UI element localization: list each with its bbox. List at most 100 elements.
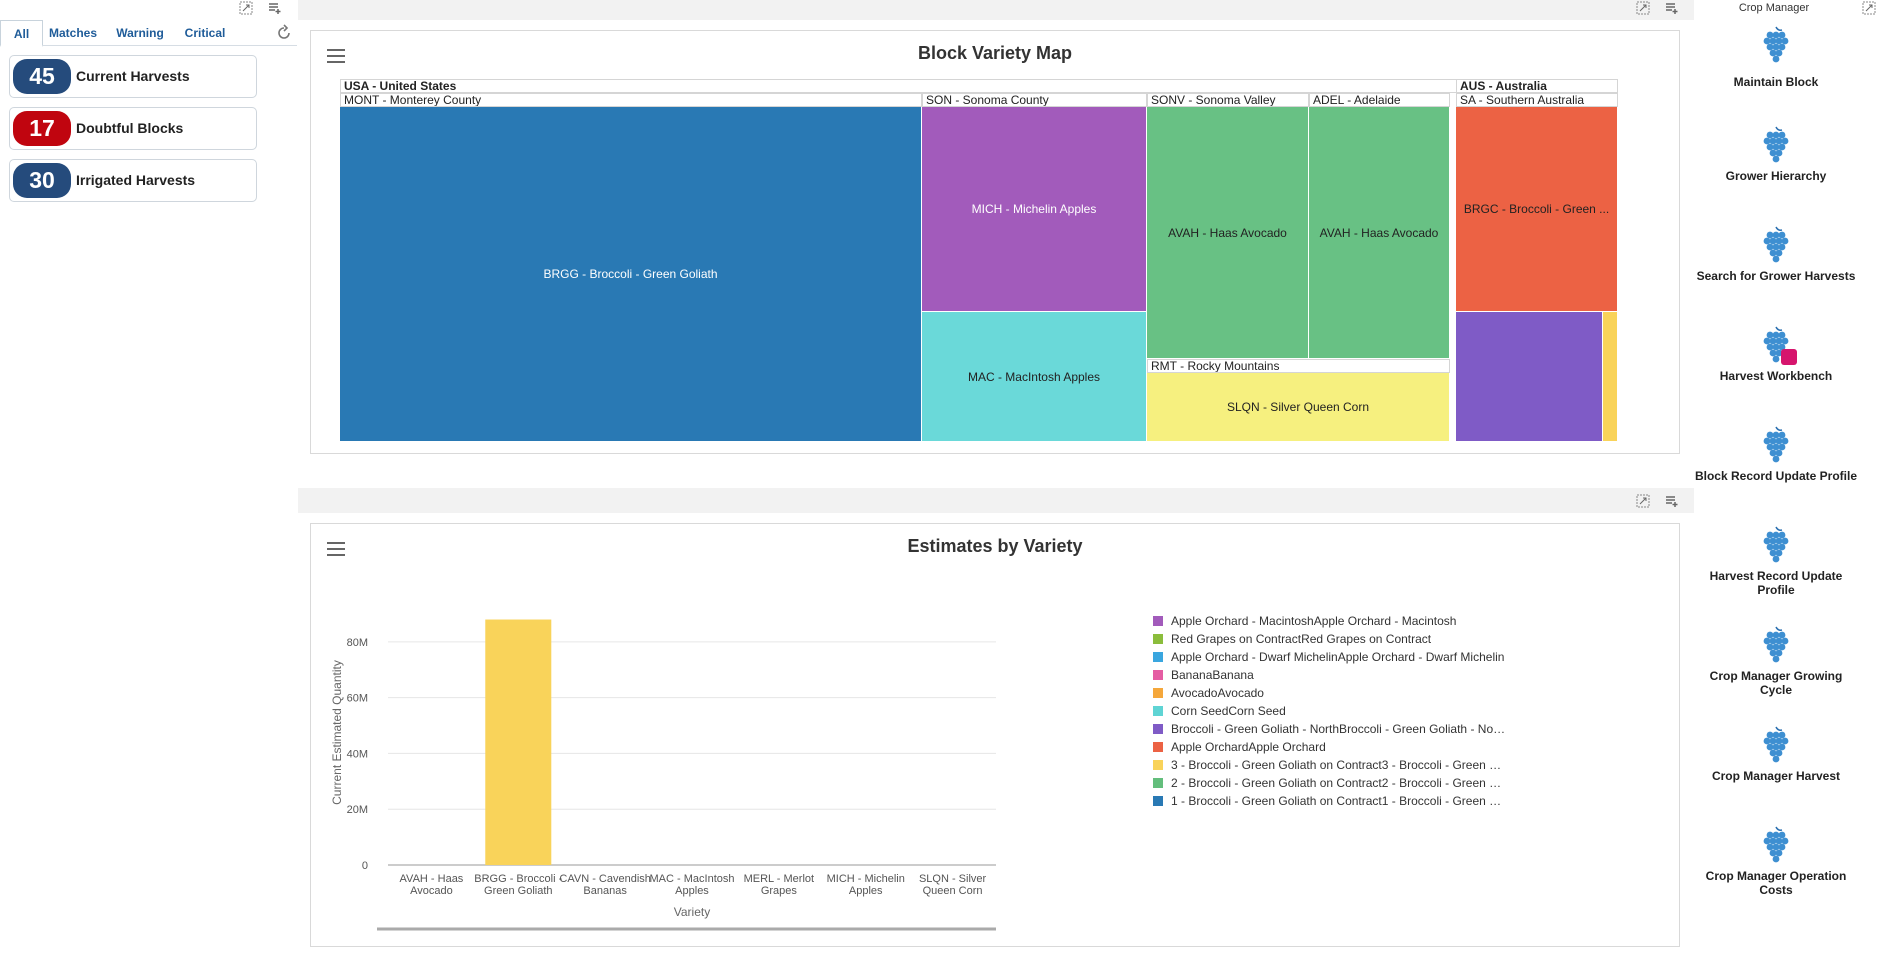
treemap-cell-slqn[interactable]: SLQN - Silver Queen Corn <box>1147 373 1450 442</box>
x-tick-label: MERL - Merlot <box>744 873 815 885</box>
tab-critical[interactable]: Critical <box>178 20 232 46</box>
x-tick-label: Avocado <box>410 885 453 897</box>
legend-swatch <box>1153 706 1163 716</box>
add-to-list-icon[interactable] <box>1665 494 1681 508</box>
treemap-group-mont[interactable]: MONT - Monterey County <box>340 93 922 107</box>
kpi-label: Doubtful Blocks <box>76 120 184 136</box>
add-to-list-icon[interactable] <box>1665 1 1681 15</box>
legend-swatch <box>1153 760 1163 770</box>
treemap-title: Block Variety Map <box>917 43 1073 63</box>
launch-item-label: Crop Manager Harvest <box>1711 769 1841 783</box>
x-tick-label: MICH - Michelin <box>827 873 905 885</box>
x-tick-label: BRGG - Broccoli - <box>474 873 562 885</box>
launch-item-label: Crop Manager Operation Costs <box>1705 869 1847 897</box>
grapes-icon <box>1756 225 1796 267</box>
kpi-doubtful-blocks[interactable]: 17 Doubtful Blocks <box>9 107 257 150</box>
kpi-current-harvests[interactable]: 45 Current Harvests <box>9 55 257 98</box>
launch-item[interactable]: Maintain Block <box>1694 25 1858 89</box>
launch-item-label: Maintain Block <box>1733 75 1819 89</box>
y-tick-label: 40M <box>347 748 368 760</box>
briefcase-icon <box>1781 349 1797 365</box>
treemap-cell-avah-adel[interactable]: AVAH - Haas Avocado <box>1309 107 1450 359</box>
treemap-group-rmt[interactable]: RMT - Rocky Mountains <box>1147 359 1450 373</box>
dashboard-area: Block Variety Map USA - United States MO… <box>298 0 1694 964</box>
launch-item-label: Search for Grower Harvests <box>1696 269 1856 283</box>
x-tick-label: Grapes <box>761 885 798 897</box>
grapes-icon <box>1756 325 1797 367</box>
treemap-cell-avah-sonv[interactable]: AVAH - Haas Avocado <box>1147 107 1309 359</box>
y-tick-label: 20M <box>347 804 368 816</box>
legend-swatch <box>1153 688 1163 698</box>
left-panel: All Matches Warning Critical 45 Current … <box>0 0 297 964</box>
treemap-cell-brgc[interactable]: BRGC - Broccoli - Green ... <box>1456 107 1618 312</box>
block-variety-map-panel: Block Variety Map USA - United States MO… <box>310 30 1680 454</box>
treemap-group-sonv[interactable]: SONV - Sonoma Valley <box>1147 93 1309 107</box>
launch-item[interactable]: Crop Manager Growing Cycle <box>1694 625 1858 697</box>
treemap-cell-broccoli-contract[interactable] <box>1603 312 1618 442</box>
grapes-icon <box>1756 425 1796 467</box>
legend-label: Apple OrchardApple Orchard <box>1171 740 1326 754</box>
legend-label: Red Grapes on ContractRed Grapes on Cont… <box>1171 632 1432 646</box>
expand-icon[interactable] <box>1636 494 1652 508</box>
legend-label: 1 - Broccoli - Green Goliath on Contract… <box>1171 794 1506 808</box>
launch-item-label: Harvest Record Update Profile <box>1709 569 1843 597</box>
grapes-icon <box>1756 825 1796 867</box>
treemap-group-son[interactable]: SON - Sonoma County <box>922 93 1147 107</box>
launch-item[interactable]: Crop Manager Harvest <box>1694 725 1858 783</box>
bar-chart: 0 20M 40M 60M 80MCurrent Estimated Quantity A… <box>330 619 996 931</box>
expand-icon[interactable] <box>1862 1 1878 15</box>
legend-label: AvocadoAvocado <box>1171 686 1264 700</box>
kpi-count-badge: 30 <box>13 163 71 198</box>
grapes-icon <box>1756 125 1796 167</box>
add-to-list-icon[interactable] <box>268 1 284 15</box>
refresh-icon[interactable] <box>275 24 293 42</box>
launch-item-label: Crop Manager Growing Cycle <box>1709 669 1843 697</box>
legend-swatch <box>1153 742 1163 752</box>
legend-swatch <box>1153 652 1163 662</box>
treemap-cell-brgg[interactable]: BRGG - Broccoli - Green Goliath <box>340 107 922 442</box>
legend-label: Apple Orchard - MacintoshApple Orchard -… <box>1171 614 1457 628</box>
legend-label: Corn SeedCorn Seed <box>1171 704 1286 718</box>
x-axis-label: Variety <box>674 905 710 919</box>
launch-item-label: Block Record Update Profile <box>1694 469 1858 483</box>
y-tick-label: 0 <box>362 860 368 872</box>
x-tick-label: Queen Corn <box>923 885 983 897</box>
x-tick-label: Apples <box>675 885 709 897</box>
tab-warning[interactable]: Warning <box>112 20 168 46</box>
launch-item[interactable]: Grower Hierarchy <box>1694 125 1858 183</box>
x-tick-label: SLQN - Silver <box>919 873 987 885</box>
springboard-title: Crop Manager <box>1738 2 1810 14</box>
expand-icon[interactable] <box>239 1 255 15</box>
x-tick-label: Green Goliath <box>484 885 552 897</box>
grapes-icon <box>1756 25 1796 67</box>
treemap-cell-mich[interactable]: MICH - Michelin Apples <box>922 107 1147 312</box>
tab-all[interactable]: All <box>0 20 43 47</box>
launch-item[interactable]: Block Record Update Profile <box>1694 425 1858 483</box>
kpi-label: Irrigated Harvests <box>76 172 196 188</box>
bar <box>485 619 552 865</box>
kpi-label: Current Harvests <box>76 68 190 84</box>
treemap-cell-broccoli-north[interactable] <box>1456 312 1603 442</box>
y-tick-label: 80M <box>347 637 368 649</box>
treemap-cell-mac[interactable]: MAC - MacIntosh Apples <box>922 312 1147 442</box>
expand-icon[interactable] <box>1636 1 1652 15</box>
y-tick-label: 60M <box>347 693 368 705</box>
legend-swatch <box>1153 724 1163 734</box>
legend-swatch <box>1153 778 1163 788</box>
x-tick-label: Bananas <box>583 885 627 897</box>
treemap-group-adel[interactable]: ADEL - Adelaide <box>1309 93 1450 107</box>
x-tick-label: Apples <box>849 885 883 897</box>
treemap-group-usa[interactable]: USA - United States <box>340 79 1476 93</box>
grapes-icon <box>1756 525 1796 567</box>
kpi-irrigated-harvests[interactable]: 30 Irrigated Harvests <box>9 159 257 202</box>
chart-legend: Apple Orchard - MacintoshApple Orchard -… <box>1153 612 1513 832</box>
treemap-group-aus[interactable]: AUS - Australia <box>1456 79 1618 93</box>
launch-item[interactable]: Harvest Workbench <box>1694 325 1858 383</box>
launch-item[interactable]: Harvest Record Update Profile <box>1694 525 1858 597</box>
launch-item[interactable]: Crop Manager Operation Costs <box>1694 825 1858 897</box>
launch-item[interactable]: Search for Grower Harvests <box>1694 225 1858 283</box>
treemap-group-sa[interactable]: SA - Southern Australia <box>1456 93 1618 107</box>
legend-label: Apple Orchard - Dwarf MichelinApple Orch… <box>1171 650 1505 664</box>
filter-tabs: All Matches Warning Critical <box>0 20 297 47</box>
tab-matches[interactable]: Matches <box>46 20 100 46</box>
